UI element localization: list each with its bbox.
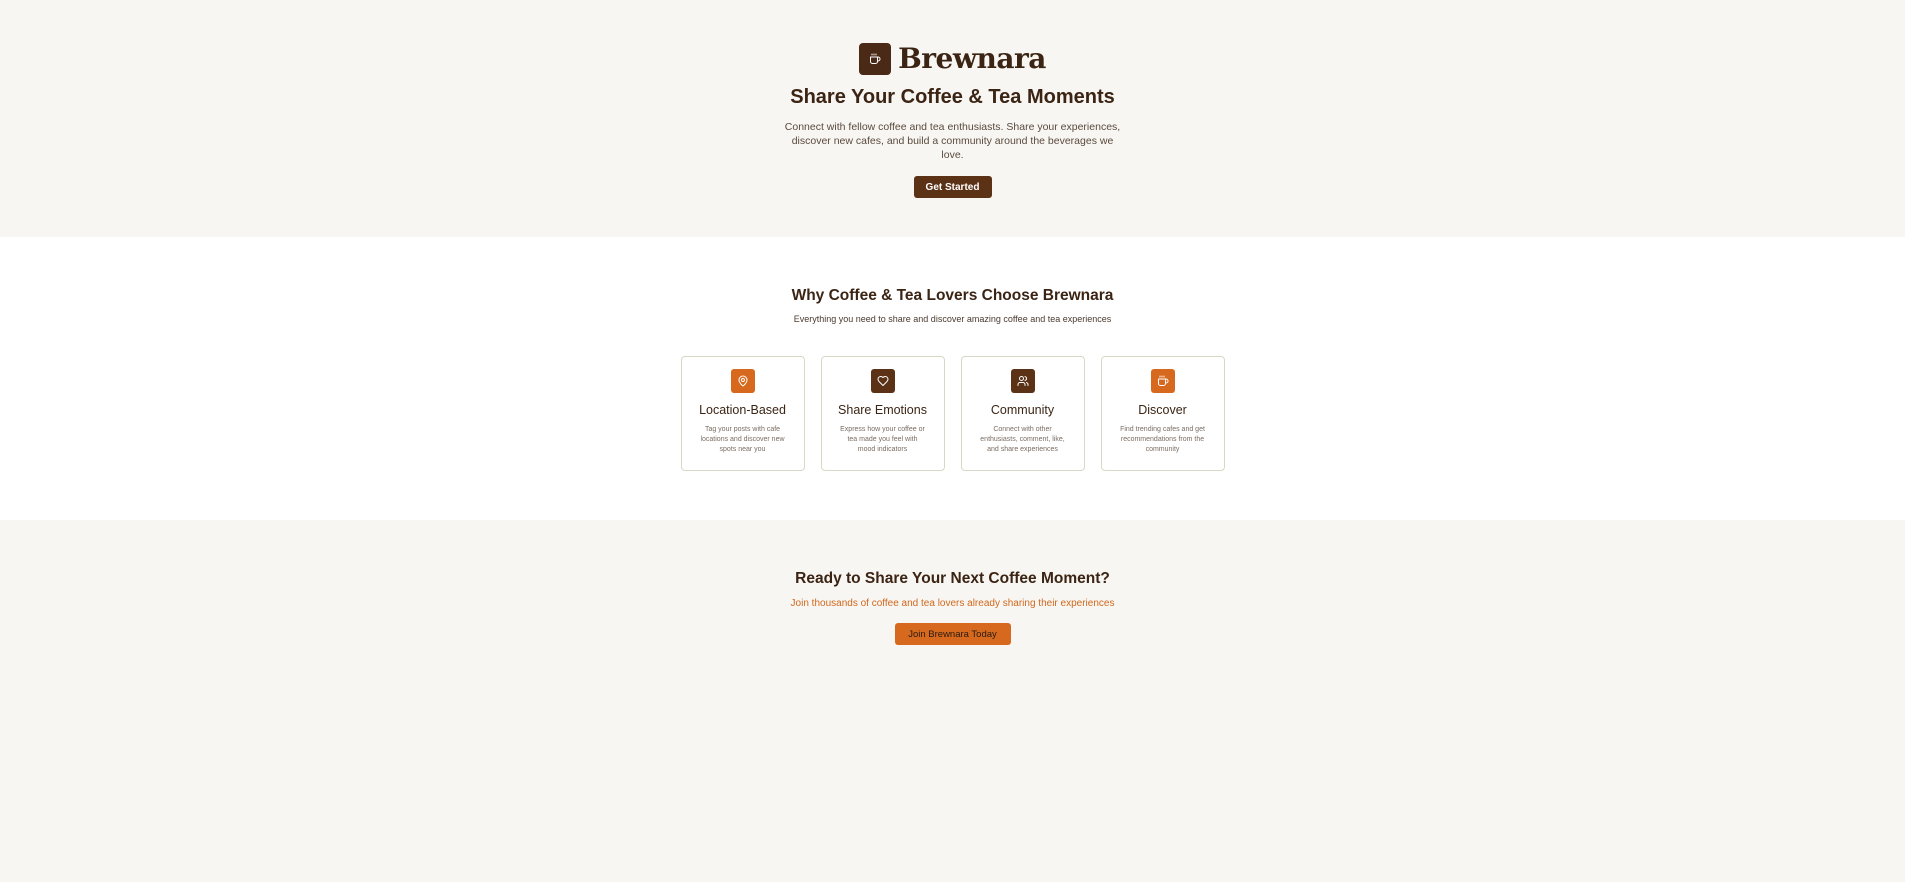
features-title: Why Coffee & Tea Lovers Choose Brewnara: [791, 287, 1114, 304]
feature-card-title: Discover: [1138, 403, 1187, 417]
map-pin-icon: [730, 369, 755, 393]
brand-name: Brewnara: [898, 42, 1046, 75]
feature-card-title: Community: [990, 403, 1055, 417]
features-subtitle: Everything you need to share and discove…: [793, 314, 1112, 324]
feature-card-title: Share Emotions: [838, 403, 927, 417]
cta-section: Ready to Share Your Next Coffee Moment? …: [0, 520, 1905, 882]
coffee-cup-icon: [1150, 369, 1175, 393]
feature-card-share-emotions: Share Emotions Express how your coffee o…: [820, 356, 945, 471]
cta-title: Ready to Share Your Next Coffee Moment?: [795, 570, 1110, 587]
feature-card-title: Location-Based: [699, 403, 786, 417]
feature-card-location-based: Location-Based Tag your posts with cafe …: [680, 356, 805, 471]
feature-card-description: Express how your coffee or tea made you …: [840, 426, 925, 453]
brand: Brewnara: [859, 42, 1046, 75]
get-started-button[interactable]: Get Started: [913, 176, 992, 198]
hero-description: Connect with fellow coffee and tea enthu…: [784, 121, 1121, 161]
coffee-cup-icon: [859, 42, 892, 75]
heart-icon: [870, 369, 895, 393]
join-brewnara-button[interactable]: Join Brewnara Today: [894, 623, 1011, 645]
feature-cards: Location-Based Tag your posts with cafe …: [680, 356, 1225, 471]
features-section: Why Coffee & Tea Lovers Choose Brewnara …: [0, 237, 1905, 520]
feature-card-discover: Discover Find trending cafes and get rec…: [1100, 356, 1225, 471]
hero-title: Share Your Coffee & Tea Moments: [790, 86, 1115, 108]
hero-section: Brewnara Share Your Coffee & Tea Moments…: [0, 0, 1905, 237]
feature-card-community: Community Connect with other enthusiasts…: [960, 356, 1085, 471]
users-icon: [1010, 369, 1035, 393]
cta-subtitle: Join thousands of coffee and tea lovers …: [790, 598, 1115, 609]
feature-card-description: Tag your posts with cafe locations and d…: [700, 426, 785, 453]
feature-card-description: Find trending cafes and get recommendati…: [1120, 426, 1205, 453]
feature-card-description: Connect with other enthusiasts, comment,…: [980, 426, 1065, 453]
